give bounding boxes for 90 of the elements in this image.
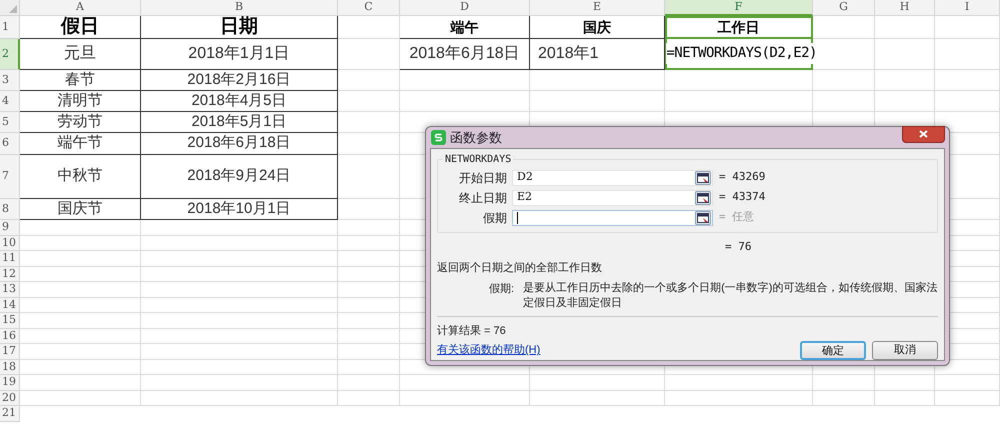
grid-cell[interactable]: 国庆 bbox=[530, 16, 665, 39]
grid-cell[interactable]: 日期 bbox=[141, 16, 338, 39]
field-label: 开始日期 bbox=[458, 170, 508, 186]
row-header[interactable]: 12 bbox=[0, 266, 20, 282]
grid-cell[interactable]: 2018年6月18日 bbox=[400, 39, 530, 70]
formula-result: = 76 bbox=[725, 238, 752, 254]
grid-cell[interactable]: 2018年9月24日 bbox=[141, 155, 338, 199]
table-cell-text: 2018年5月1日 bbox=[191, 112, 287, 132]
table-cell-text: 假日 bbox=[61, 14, 99, 39]
dialog-button[interactable]: 确定 bbox=[800, 341, 866, 360]
argument-result: = 任意 bbox=[719, 209, 754, 226]
grid-cell[interactable]: 劳动节 bbox=[20, 112, 141, 133]
row-header[interactable]: 17 bbox=[0, 344, 20, 360]
row-header[interactable]: 5 bbox=[0, 112, 20, 133]
argument-result: = 43269 bbox=[719, 169, 766, 186]
table-cell-text: 2018年1 bbox=[538, 44, 598, 64]
grid-cell[interactable]: 2018年10月1日 bbox=[141, 199, 338, 220]
row-header[interactable]: 21 bbox=[0, 406, 20, 422]
column-header[interactable]: D bbox=[400, 0, 530, 16]
formula-input[interactable]: =NETWORKDAYS(D2,E2) bbox=[666, 43, 817, 64]
row-header[interactable]: 7 bbox=[0, 155, 20, 199]
table-cell-text: 春节 bbox=[65, 70, 95, 90]
table-cell-text: 端午 bbox=[450, 18, 478, 36]
argument-description: 是要从工作日历中去除的一个或多个日期(一串数字)的可选组合，如传统假期、国家法定假日及非固定假日 bbox=[523, 280, 938, 310]
row-header[interactable]: 19 bbox=[0, 375, 20, 390]
function-description: 返回两个日期之间的全部工作日数 bbox=[437, 260, 603, 276]
column-header[interactable]: F bbox=[665, 0, 813, 16]
grid-cell[interactable]: 国庆节 bbox=[20, 199, 141, 220]
table-cell-text: 2018年9月24日 bbox=[187, 166, 291, 186]
row-header[interactable]: 6 bbox=[0, 133, 20, 155]
table-cell-text: 日期 bbox=[220, 14, 258, 39]
table-cell-text: 清明节 bbox=[58, 90, 102, 111]
field-label: 假期 bbox=[482, 210, 508, 226]
grid-cell[interactable]: 春节 bbox=[20, 70, 141, 91]
table-cell-text: 中秋节 bbox=[58, 166, 102, 186]
grid-cell[interactable]: 2018年6月18日 bbox=[141, 133, 338, 155]
table-cell-text: 劳动节 bbox=[58, 112, 102, 132]
table-cell-text: 2018年2月16日 bbox=[187, 70, 291, 90]
grid-cell[interactable]: 2018年1 bbox=[530, 39, 665, 70]
row-header[interactable]: 1 bbox=[0, 16, 20, 39]
row-header[interactable]: 2 bbox=[0, 39, 20, 70]
table-cell-text: 2018年6月18日 bbox=[187, 133, 291, 154]
row-header[interactable]: 8 bbox=[0, 199, 20, 220]
column-header[interactable]: A bbox=[20, 0, 141, 16]
help-link[interactable]: 有关该函数的帮助(H) bbox=[437, 342, 540, 359]
row-header[interactable]: 16 bbox=[0, 328, 20, 344]
column-header[interactable]: E bbox=[530, 0, 665, 16]
row-header[interactable]: 4 bbox=[0, 91, 20, 112]
table-cell-text: 国庆节 bbox=[58, 198, 102, 219]
grid-cell[interactable]: 2018年2月16日 bbox=[141, 70, 338, 91]
window-title: 函数参数 bbox=[450, 128, 502, 146]
row-header[interactable]: 15 bbox=[0, 313, 20, 328]
table-cell-text: 端午节 bbox=[58, 133, 102, 154]
table-cell-text: 元旦 bbox=[64, 44, 96, 64]
input-field[interactable]: E2 bbox=[512, 190, 713, 206]
input-field[interactable]: D2 bbox=[512, 170, 713, 186]
table-cell-text: 2018年4月5日 bbox=[191, 90, 287, 111]
field-label: 终止日期 bbox=[458, 190, 508, 206]
argument-name: 假期: bbox=[489, 282, 514, 296]
grid-cell[interactable]: 工作日 bbox=[665, 16, 813, 39]
row-header[interactable]: 11 bbox=[0, 251, 20, 266]
grid-cell[interactable]: 元旦 bbox=[20, 39, 141, 70]
grid-cell[interactable]: 2018年1月1日 bbox=[141, 39, 338, 70]
grid-cell[interactable]: 端午节 bbox=[20, 133, 141, 155]
table-cell-text: 工作日 bbox=[718, 18, 760, 36]
row-header[interactable]: 13 bbox=[0, 282, 20, 298]
grid-cell[interactable]: 假日 bbox=[20, 16, 141, 39]
table-cell-text: 2018年1月1日 bbox=[188, 44, 290, 64]
row-header[interactable]: 14 bbox=[0, 298, 20, 313]
column-header[interactable]: B bbox=[141, 0, 338, 16]
row-header[interactable]: 3 bbox=[0, 70, 20, 91]
row-header[interactable]: 18 bbox=[0, 360, 20, 375]
grid-cell[interactable]: 清明节 bbox=[20, 91, 141, 112]
row-header[interactable]: 10 bbox=[0, 236, 20, 251]
row-header[interactable]: 20 bbox=[0, 390, 20, 406]
grid-cell[interactable]: 中秋节 bbox=[20, 155, 141, 199]
calculation-result: 计算结果 = 76 bbox=[437, 324, 507, 338]
grid-cell[interactable]: 端午 bbox=[400, 16, 530, 39]
grid-cell[interactable]: 2018年4月5日 bbox=[141, 91, 338, 112]
column-header[interactable]: C bbox=[338, 0, 400, 16]
grid-cell[interactable]: 2018年5月1日 bbox=[141, 112, 338, 133]
column-header[interactable]: I bbox=[935, 0, 1000, 16]
argument-result: = 43374 bbox=[719, 189, 766, 206]
column-header[interactable]: G bbox=[813, 0, 875, 16]
table-cell-text: 2018年10月1日 bbox=[187, 198, 291, 219]
table-cell-text: 2018年6月18日 bbox=[409, 44, 520, 64]
column-header[interactable]: H bbox=[875, 0, 935, 16]
table-cell-text: 国庆 bbox=[583, 18, 611, 36]
dialog-button[interactable]: 取消 bbox=[872, 341, 938, 360]
row-header[interactable]: 9 bbox=[0, 220, 20, 236]
